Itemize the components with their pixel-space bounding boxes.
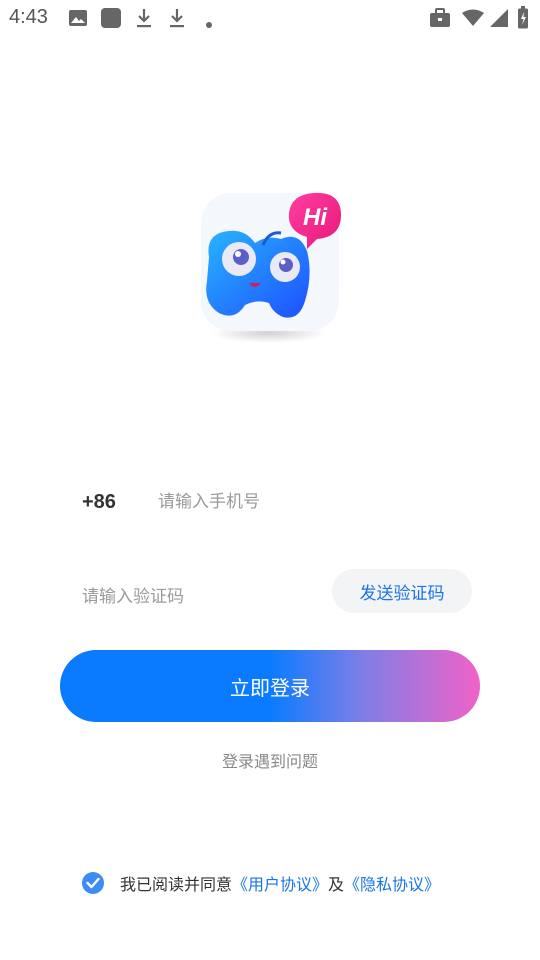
wifi-icon [461, 9, 485, 31]
logo-badge-text: Hi [303, 204, 328, 231]
login-button[interactable]: 立即登录 [60, 650, 480, 722]
login-trouble-label[interactable]: 登录遇到问题 [222, 752, 318, 771]
dot-icon [205, 14, 213, 33]
battery-icon [517, 6, 529, 34]
status-time: 4:43 [9, 6, 48, 28]
download-icon [168, 7, 186, 33]
agreement-prefix: 我已阅读并同意 [120, 875, 233, 894]
agreement-checkbox[interactable] [82, 872, 104, 894]
country-code[interactable]: +86 [82, 491, 116, 514]
login-trouble-link[interactable]: 登录遇到问题 [0, 748, 540, 772]
user-agreement-link[interactable]: 《用户协议》 [232, 875, 328, 894]
image-icon [68, 9, 88, 31]
status-bar: 4:43 [0, 0, 540, 36]
check-icon [86, 877, 100, 889]
agreement-row: 我已阅读并同意《用户协议》及《隐私协议》 [82, 870, 440, 896]
download-icon [135, 7, 153, 33]
app-logo: Hi [195, 185, 345, 345]
agreement-conjunction: 及 [328, 875, 345, 894]
app-icon [100, 7, 122, 33]
verification-code-input[interactable] [82, 581, 322, 613]
signal-icon [489, 8, 509, 32]
agreement-text: 我已阅读并同意《用户协议》及《隐私协议》 [120, 871, 440, 895]
send-code-button[interactable]: 发送验证码 [332, 569, 472, 613]
privacy-policy-link[interactable]: 《隐私协议》 [344, 875, 440, 894]
phone-input[interactable] [158, 486, 478, 518]
briefcase-icon [429, 8, 451, 32]
